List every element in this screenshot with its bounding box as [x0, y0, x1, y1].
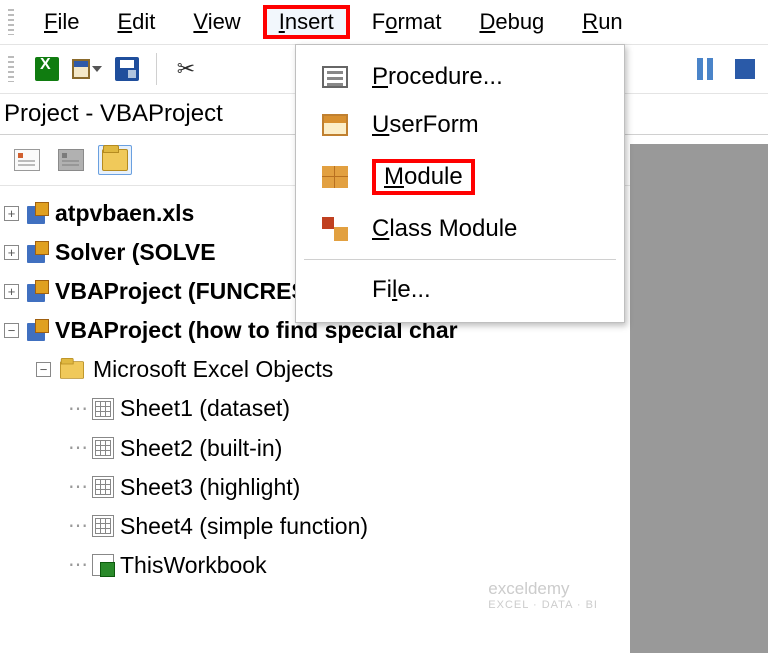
- menu-edit[interactable]: Edit: [101, 5, 171, 39]
- save-button[interactable]: [112, 55, 142, 83]
- code-area: [630, 144, 768, 653]
- menu-file[interactable]: File: [28, 5, 95, 39]
- insert-procedure[interactable]: Procedure...: [296, 53, 624, 101]
- menu-insert[interactable]: Insert: [263, 5, 350, 39]
- insert-userform[interactable]: UserForm: [296, 101, 624, 149]
- tree-connector: ⋯: [68, 392, 86, 426]
- worksheet-icon: [92, 398, 114, 420]
- pause-button[interactable]: [690, 55, 720, 83]
- stop-button[interactable]: [730, 55, 760, 83]
- workbook-icon: [92, 554, 114, 576]
- insert-menu-dropdown: Procedure... UserForm Module Class Modul…: [295, 44, 625, 323]
- worksheet-icon: [92, 515, 114, 537]
- tree-label: Sheet2 (built-in): [120, 429, 282, 468]
- tree-connector: ⋯: [68, 431, 86, 465]
- menu-format[interactable]: Format: [356, 5, 458, 39]
- expand-icon[interactable]: +: [4, 245, 19, 260]
- menu-debug[interactable]: Debug: [463, 5, 560, 39]
- tree-connector: ⋯: [68, 548, 86, 582]
- vba-project-icon: [25, 319, 49, 343]
- insert-userform-button[interactable]: [72, 55, 102, 83]
- tree-connector: ⋯: [68, 509, 86, 543]
- tree-label: Sheet4 (simple function): [120, 507, 368, 546]
- menubar: File Edit View Insert Format Debug Run: [0, 0, 768, 44]
- vba-project-icon: [25, 280, 49, 304]
- tree-label: atpvbaen.xls: [55, 194, 194, 233]
- view-object-button[interactable]: [54, 145, 88, 175]
- view-code-button[interactable]: [10, 145, 44, 175]
- watermark: exceldemy EXCEL · DATA · BI: [488, 579, 598, 611]
- folder-icon: [60, 361, 84, 379]
- excel-icon[interactable]: [32, 55, 62, 83]
- tree-connector: ⋯: [68, 470, 86, 504]
- worksheet-icon: [92, 437, 114, 459]
- tree-label: Sheet3 (highlight): [120, 468, 300, 507]
- cut-button[interactable]: ✂: [171, 55, 201, 83]
- menu-view[interactable]: View: [177, 5, 256, 39]
- insert-module[interactable]: Module: [296, 149, 624, 205]
- vba-project-icon: [25, 241, 49, 265]
- tree-label: Microsoft Excel Objects: [93, 350, 333, 389]
- userform-icon: [320, 112, 350, 138]
- toolbar-separator: [156, 53, 157, 85]
- collapse-icon[interactable]: −: [4, 323, 19, 338]
- module-icon: [320, 164, 350, 190]
- toolbar-grip: [8, 56, 14, 82]
- procedure-icon: [320, 64, 350, 90]
- insert-class-module[interactable]: Class Module: [296, 205, 624, 253]
- insert-file[interactable]: File...: [296, 266, 624, 314]
- blank-icon: [320, 277, 350, 303]
- worksheet-icon: [92, 476, 114, 498]
- tree-label: Solver (SOLVE: [55, 233, 216, 272]
- expand-icon[interactable]: +: [4, 284, 19, 299]
- tree-label: Sheet1 (dataset): [120, 389, 290, 428]
- toggle-folders-button[interactable]: [98, 145, 132, 175]
- expand-icon[interactable]: +: [4, 206, 19, 221]
- watermark-brand: exceldemy: [488, 579, 598, 599]
- watermark-tag: EXCEL · DATA · BI: [488, 599, 598, 611]
- class-module-icon: [320, 216, 350, 242]
- menu-run[interactable]: Run: [566, 5, 638, 39]
- collapse-icon[interactable]: −: [36, 362, 51, 377]
- vba-project-icon: [25, 202, 49, 226]
- toolbar-grip: [8, 9, 14, 35]
- tree-label: ThisWorkbook: [120, 546, 267, 585]
- menu-separator: [304, 259, 616, 260]
